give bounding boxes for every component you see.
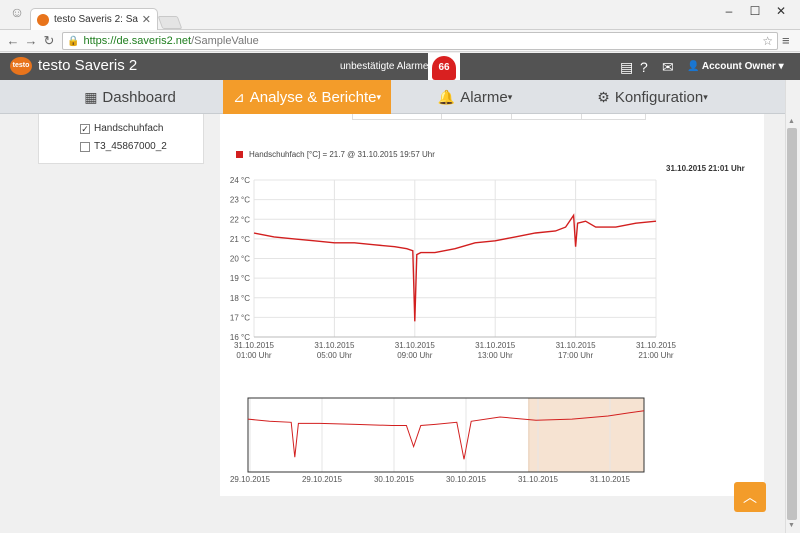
caret-down-icon: ▾ — [778, 61, 784, 72]
browser-tab[interactable]: testo Saveris 2: SampleVa ✕ — [30, 8, 158, 30]
browser-menu-icon[interactable]: ≡ — [782, 33, 790, 48]
address-toolbar: ← → ↻ 🔒 https://de.saveris2.net /SampleV… — [0, 30, 800, 52]
nav-label: Alarme — [460, 88, 508, 106]
nav-label: Dashboard — [102, 88, 176, 106]
x-tick-label: 09:00 Uhr — [397, 351, 432, 360]
legend-text: Handschuhfach [°C] = 21.7 @ 31.10.2015 1… — [249, 150, 435, 159]
legend-swatch — [236, 151, 243, 158]
selection-range — [528, 397, 645, 473]
sensor-list-panel — [38, 114, 204, 164]
help-icon[interactable]: ? — [640, 59, 648, 75]
sensor-label: Handschuhfach — [94, 123, 164, 134]
nav-konfiguration[interactable]: ⚙ Konfiguration ▾ — [585, 80, 720, 114]
minimize-icon[interactable]: – — [718, 4, 740, 18]
bell-icon: 🔔 — [437, 88, 456, 105]
scroll-to-top-button[interactable]: ︿ — [734, 482, 766, 512]
x-tick-label: 31.10.2015 — [556, 341, 597, 350]
x-tick-label: 31.10.2015 — [590, 475, 631, 484]
scroll-up-icon[interactable]: ▲ — [788, 118, 795, 125]
x-tick-label: 30.10.2015 — [446, 475, 487, 484]
account-label: Account Owner — [701, 61, 776, 72]
nav-label: Konfiguration — [614, 88, 704, 106]
sensor-label: T3_45867000_2 — [94, 141, 167, 152]
grid-icon: ▦ — [84, 88, 98, 105]
x-tick-label: 17:00 Uhr — [558, 351, 593, 360]
nav-dashboard[interactable]: ▦ Dashboard — [70, 80, 190, 114]
x-tick-label: 31.10.2015 — [395, 341, 436, 350]
y-tick-label: 21 °C — [230, 235, 250, 244]
y-tick-label: 22 °C — [230, 215, 250, 224]
window-close-icon[interactable]: ✕ — [770, 4, 792, 18]
account-menu[interactable]: 👤 Account Owner ▾ — [687, 61, 784, 72]
mail-icon[interactable]: ✉ — [662, 59, 674, 76]
main-temperature-chart[interactable]: 24 °C 23 °C 22 °C 21 °C 20 °C 19 °C 18 °C 17 °C… — [220, 172, 680, 368]
x-tick-label: 13:00 Uhr — [478, 351, 513, 360]
sensor-checkbox-item[interactable]: ✓ Handschuhfach — [80, 123, 164, 134]
x-tick-label: 31.10.2015 — [475, 341, 516, 350]
navigator-overview-chart[interactable]: 29.10.2015 29.10.2015 30.10.2015 30.10.2015… — [220, 392, 660, 490]
x-tick-label: 31.10.2015 — [636, 341, 677, 350]
main-nav: ▦ Dashboard ⊿ Analyse & Berichte ▾ 🔔 Ala… — [0, 80, 785, 114]
x-tick-label: 30.10.2015 — [374, 475, 415, 484]
reload-icon[interactable]: ↻ — [40, 33, 58, 49]
new-tab-button[interactable] — [157, 16, 183, 29]
y-tick-label: 24 °C — [230, 176, 250, 185]
chart-legend[interactable]: Handschuhfach [°C] = 21.7 @ 31.10.2015 1… — [236, 150, 435, 159]
x-tick-label: 29.10.2015 — [230, 475, 271, 484]
checkbox-unchecked[interactable] — [80, 141, 90, 152]
clipboard-icon[interactable]: ▤ — [620, 59, 633, 76]
caret-down-icon: ▾ — [507, 91, 513, 102]
lock-icon: 🔒 — [67, 35, 80, 47]
unconfirmed-alarms-label[interactable]: unbestätigte Alarme — [340, 61, 428, 72]
url-path: /SampleValue — [191, 35, 259, 47]
y-tick-label: 17 °C — [230, 313, 250, 322]
y-tick-label: 18 °C — [230, 294, 250, 303]
chart-icon: ⊿ — [233, 88, 245, 105]
testo-logo[interactable]: testo — [10, 57, 32, 75]
checkbox-checked[interactable]: ✓ — [80, 123, 90, 134]
x-tick-label: 31.10.2015 — [314, 341, 355, 350]
x-tick-label: 29.10.2015 — [302, 475, 343, 484]
x-tick-label: 31.10.2015 — [234, 341, 275, 350]
y-tick-label: 19 °C — [230, 274, 250, 283]
y-tick-label: 20 °C — [230, 255, 250, 264]
app-header: testo testo Saveris 2 unbestätigte Alarm… — [0, 53, 800, 80]
scrollbar-thumb[interactable] — [787, 128, 797, 520]
alarm-count-badge: 66 — [432, 56, 456, 80]
nav-alarme[interactable]: 🔔 Alarme ▾ — [420, 80, 530, 114]
caret-down-icon: ▾ — [376, 91, 381, 102]
forward-icon[interactable]: → — [22, 33, 40, 48]
x-tick-label: 01:00 Uhr — [236, 351, 271, 360]
favicon-icon — [37, 13, 49, 26]
close-tab-icon[interactable]: ✕ — [142, 13, 151, 26]
series-line — [253, 213, 657, 322]
x-tick-label: 21:00 Uhr — [638, 351, 673, 360]
bookmark-star-icon[interactable]: ☆ — [762, 34, 773, 48]
user-icon: 👤 — [687, 61, 700, 72]
chart-option-tabs[interactable] — [352, 114, 646, 120]
x-tick-label: 31.10.2015 — [518, 475, 559, 484]
nav-label: Analyse & Berichte — [249, 88, 377, 106]
gear-icon: ⚙ — [597, 88, 610, 105]
maximize-icon[interactable]: ☐ — [744, 4, 766, 18]
y-tick-label: 23 °C — [230, 196, 250, 205]
browser-tab-bar: ☺ testo Saveris 2: SampleVa ✕ – ☐ ✕ — [0, 0, 800, 30]
url-host: https://de.saveris2.net — [83, 35, 192, 47]
caret-down-icon: ▾ — [703, 91, 708, 102]
browser-profile-icon[interactable]: ☺ — [6, 4, 28, 26]
x-tick-label: 05:00 Uhr — [317, 351, 352, 360]
scroll-down-icon[interactable]: ▼ — [788, 522, 795, 529]
url-field[interactable]: 🔒 https://de.saveris2.net /SampleValue ☆ — [62, 32, 778, 50]
chevron-up-icon: ︿ — [743, 489, 757, 505]
nav-analyse[interactable]: ⊿ Analyse & Berichte ▾ — [223, 80, 391, 114]
app-title: testo Saveris 2 — [38, 57, 138, 74]
browser-tab-title: testo Saveris 2: SampleVa — [54, 14, 138, 25]
sensor-checkbox-item[interactable]: T3_45867000_2 — [80, 141, 167, 152]
back-icon[interactable]: ← — [4, 33, 22, 48]
